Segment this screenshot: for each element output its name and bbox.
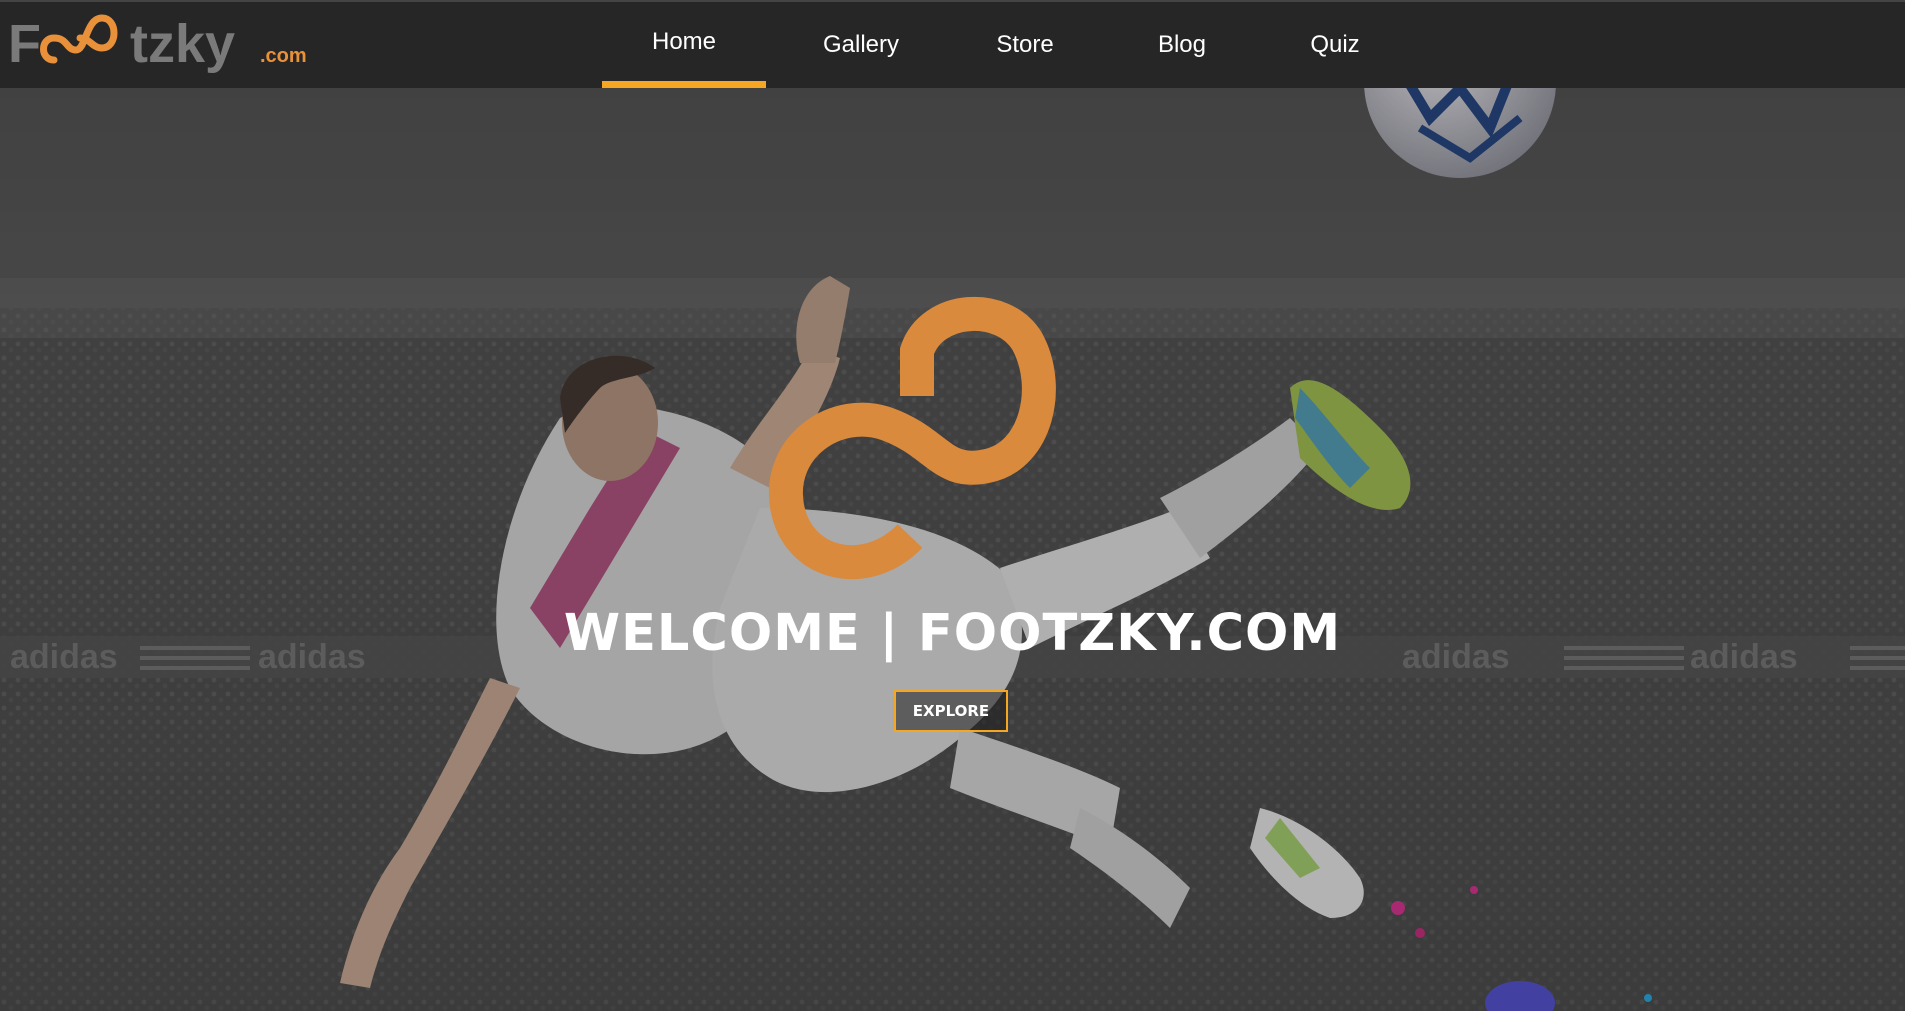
svg-text:.com: .com xyxy=(260,45,306,67)
infinity-logo-icon xyxy=(768,296,1056,579)
nav-item-quiz[interactable]: Quiz xyxy=(1290,2,1380,88)
top-navbar: F tzky .com Home Gallery Store Blog Quiz xyxy=(0,0,1905,88)
nav-item-store[interactable]: Store xyxy=(980,2,1070,88)
nav-item-home[interactable]: Home xyxy=(602,2,766,88)
hero-title: WELCOME | FOOTZKY.COM xyxy=(563,604,1342,663)
hero-section: adidas adidas adidas adidas WELCOME | FO… xyxy=(0,88,1905,1011)
site-logo[interactable]: F tzky .com xyxy=(6,4,306,86)
svg-text:tzky: tzky xyxy=(130,14,235,74)
footzky-logo-icon: F tzky .com xyxy=(8,14,306,74)
explore-button[interactable]: EXPLORE xyxy=(894,690,1008,732)
svg-text:F: F xyxy=(8,14,41,74)
nav-item-gallery[interactable]: Gallery xyxy=(800,2,922,88)
nav-item-blog[interactable]: Blog xyxy=(1137,2,1227,88)
